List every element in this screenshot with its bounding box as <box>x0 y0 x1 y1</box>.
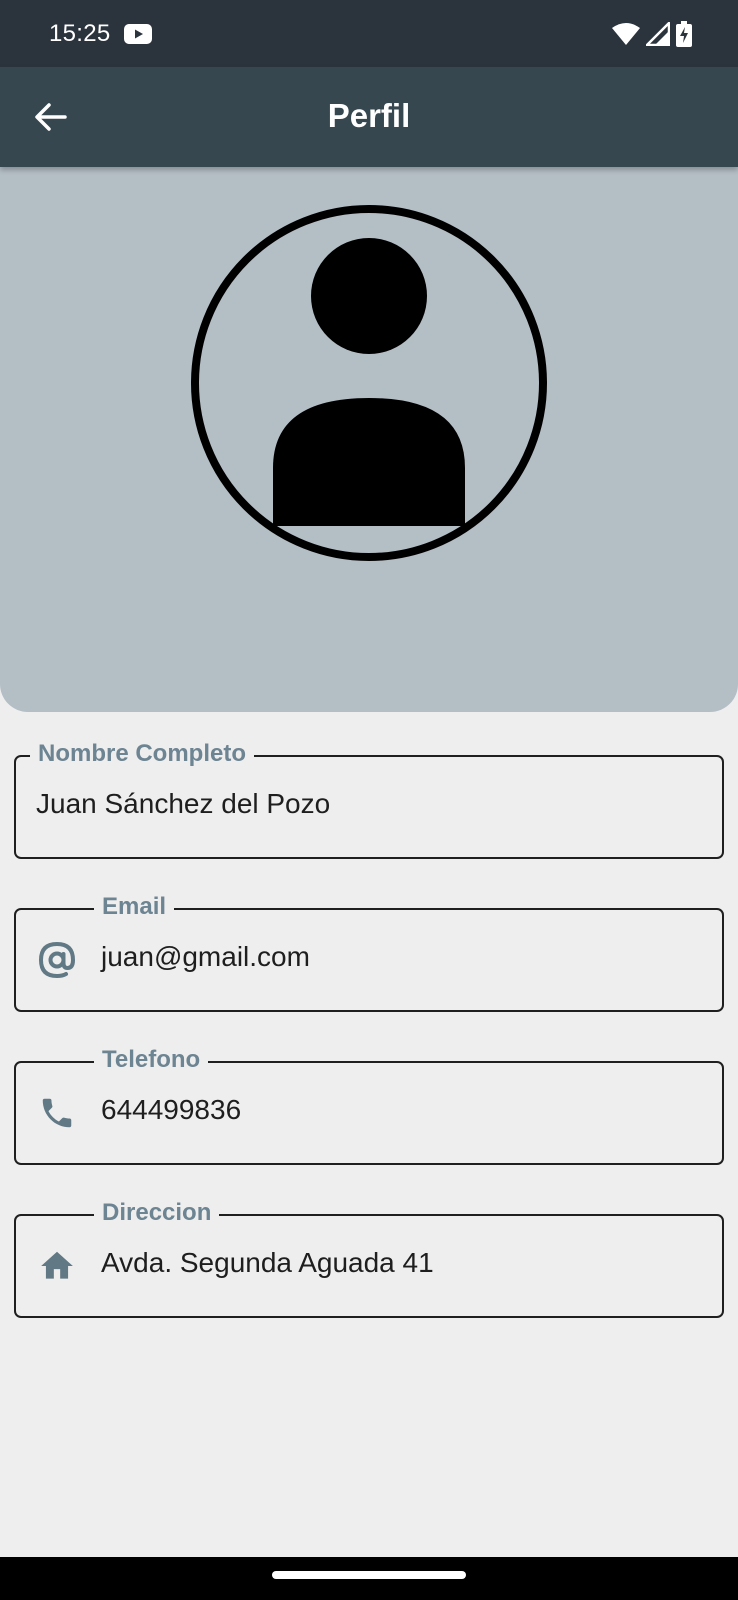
address-field[interactable]: Direccion Avda. Segunda Aguada 41 <box>14 1197 724 1318</box>
home-icon <box>41 1251 73 1279</box>
phone-field[interactable]: Telefono 644499836 <box>14 1044 724 1165</box>
at-sign-icon <box>38 941 76 979</box>
phone-label: Telefono <box>94 1044 209 1076</box>
navigation-bar <box>0 1557 738 1600</box>
status-time: 15:25 <box>49 20 111 47</box>
status-bar: 15:25 <box>0 0 738 67</box>
home-gesture-handle[interactable] <box>272 1571 466 1579</box>
battery-charging-icon <box>676 21 692 47</box>
email-field[interactable]: Email juan@gmail.com <box>14 891 724 1012</box>
account-circle-icon <box>191 205 547 561</box>
wifi-icon <box>612 23 640 45</box>
name-value: Juan Sánchez del Pozo <box>36 788 331 819</box>
profile-header <box>0 167 738 712</box>
address-value: Avda. Segunda Aguada 41 <box>101 1247 434 1278</box>
signal-icon <box>646 22 670 46</box>
youtube-icon <box>124 24 152 44</box>
name-label: Nombre Completo <box>30 738 255 770</box>
status-icons <box>612 20 692 48</box>
name-field[interactable]: Nombre Completo Juan Sánchez del Pozo <box>14 738 724 859</box>
phone-icon <box>42 1098 72 1128</box>
app-bar: Perfil <box>0 67 738 167</box>
email-value: juan@gmail.com <box>101 941 310 972</box>
email-label: Email <box>94 891 175 923</box>
address-label: Direccion <box>94 1197 220 1229</box>
page-title: Perfil <box>327 97 411 134</box>
phone-value: 644499836 <box>101 1094 242 1125</box>
